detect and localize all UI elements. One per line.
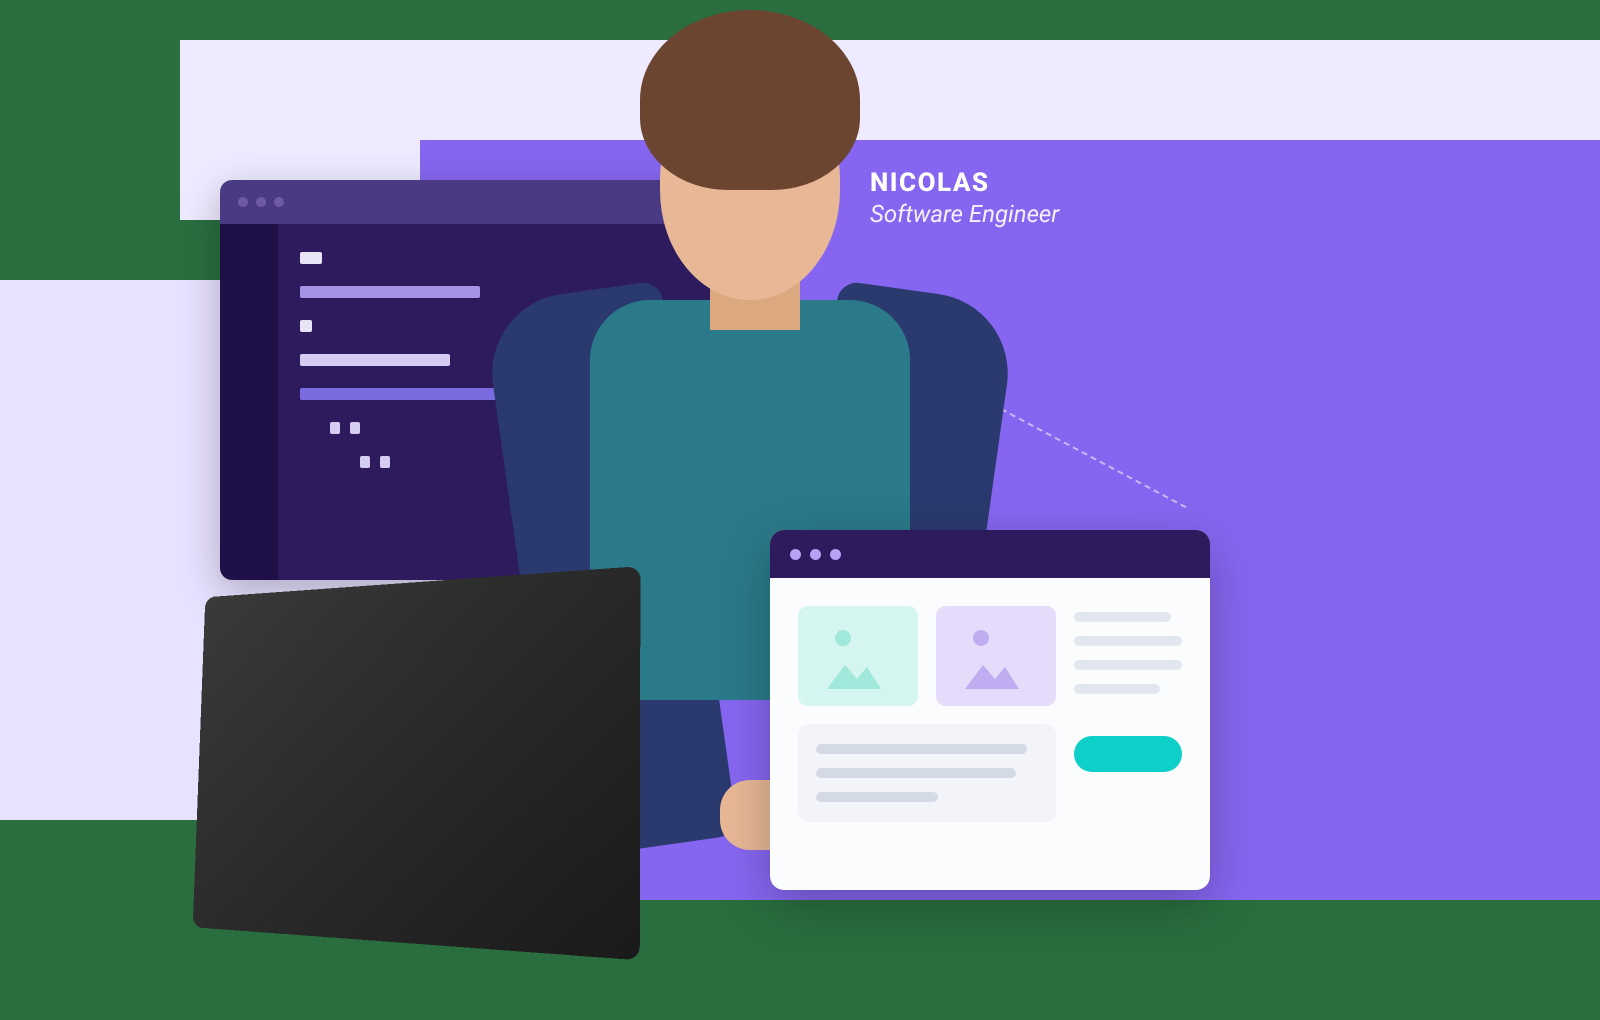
mockup-titlebar [770,530,1210,578]
person-label: NICOLAS Software Engineer [870,168,1059,228]
window-dot-icon [274,197,284,207]
person-name: NICOLAS [870,168,1059,198]
person-role: Software Engineer [870,200,1059,228]
mockup-body [770,578,1210,850]
window-dot-icon [790,549,801,560]
code-gutter [220,224,278,580]
image-placeholder-icon [798,606,918,706]
text-card-placeholder [798,724,1056,822]
cta-button-placeholder [1074,736,1182,772]
window-dot-icon [238,197,248,207]
mockup-browser-window [770,530,1210,890]
image-placeholder-icon [936,606,1056,706]
text-lines-placeholder [1074,606,1182,706]
laptop-illustration [170,580,710,1000]
window-dot-icon [830,549,841,560]
window-dot-icon [256,197,266,207]
window-dot-icon [810,549,821,560]
